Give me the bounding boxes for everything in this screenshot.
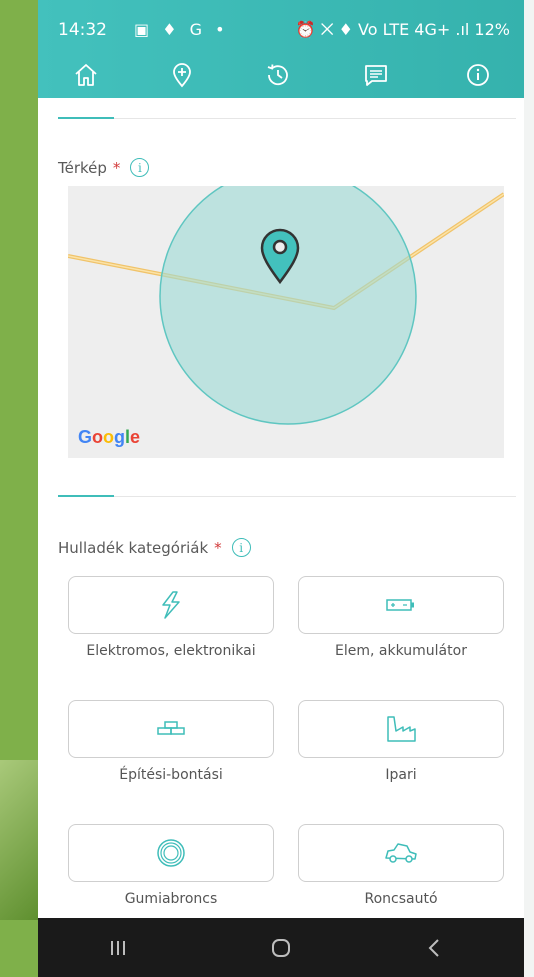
- recent-apps-icon: [111, 940, 125, 955]
- status-system-icons: ⏰ ⨉ ♦ Vo LTE 4G+ .ıl 12%: [295, 20, 510, 39]
- tab-info[interactable]: [430, 52, 524, 98]
- category-label: Elem, akkumulátor: [335, 643, 467, 659]
- categories-label-text: Hulladék kategóriák: [58, 538, 209, 557]
- location-add-icon: [173, 63, 191, 88]
- tab-history[interactable]: [230, 52, 326, 98]
- tab-home[interactable]: [38, 52, 134, 98]
- category-label: Gumiabroncs: [124, 891, 218, 907]
- tire-icon: [157, 839, 185, 867]
- category-label: Roncsautó: [364, 891, 438, 907]
- home-icon: [75, 64, 97, 86]
- map-label: Térkép * i: [58, 158, 150, 177]
- app-header: 14:32 ▣ ♦ G • ⏰ ⨉ ♦ Vo LTE 4G+ .ıl 12%: [38, 0, 524, 98]
- category-construction[interactable]: [68, 700, 274, 758]
- status-notification-icons: ▣ ♦ G •: [134, 20, 229, 39]
- map-info-icon[interactable]: i: [130, 158, 150, 177]
- category-industrial[interactable]: [298, 700, 504, 758]
- category-wrecked-car[interactable]: [298, 824, 504, 882]
- system-navigation-bar: [38, 918, 524, 977]
- status-bar: 14:32 ▣ ♦ G • ⏰ ⨉ ♦ Vo LTE 4G+ .ıl 12%: [38, 0, 524, 52]
- back-button[interactable]: [394, 918, 474, 977]
- required-mark: *: [214, 538, 222, 557]
- categories-label: Hulladék kategóriák * i: [58, 538, 251, 557]
- battery-icon: [386, 599, 414, 611]
- top-navigation: [38, 52, 524, 98]
- recent-apps-button[interactable]: [78, 918, 158, 977]
- bricks-icon: [157, 721, 185, 735]
- category-label: Ipari: [385, 767, 417, 783]
- message-icon: [365, 65, 387, 86]
- section-divider: [58, 117, 516, 119]
- factory-icon: [387, 716, 416, 742]
- form-content[interactable]: Térkép * i Google Hulladék kategóriák * …: [38, 98, 524, 918]
- category-label: Építési-bontási: [119, 767, 223, 783]
- home-button[interactable]: [241, 918, 321, 977]
- lightning-icon: [162, 591, 180, 619]
- home-circle-icon: [272, 938, 290, 957]
- info-icon: [467, 64, 489, 86]
- back-chevron-icon: [428, 938, 439, 957]
- category-battery[interactable]: [298, 576, 504, 634]
- categories-info-icon[interactable]: i: [231, 538, 251, 557]
- history-icon: [267, 64, 288, 86]
- background-edge: [524, 0, 534, 977]
- map-label-text: Térkép: [58, 158, 107, 177]
- section-divider: [58, 495, 516, 497]
- category-electronics[interactable]: [68, 576, 274, 634]
- status-time: 14:32: [58, 20, 107, 40]
- google-logo: Google: [78, 427, 141, 447]
- map-view[interactable]: Google: [68, 186, 504, 458]
- category-label: Elektromos, elektronikai: [86, 643, 256, 659]
- required-mark: *: [112, 158, 121, 177]
- category-tire[interactable]: [68, 824, 274, 882]
- wrecked-car-icon: [385, 843, 417, 863]
- phone-screen: 14:32 ▣ ♦ G • ⏰ ⨉ ♦ Vo LTE 4G+ .ıl 12% T…: [38, 0, 524, 977]
- tab-add-location[interactable]: [134, 52, 230, 98]
- tab-messages[interactable]: [328, 52, 424, 98]
- background-decoration: [0, 760, 40, 920]
- radius-circle: [159, 186, 417, 425]
- map-canvas: [68, 186, 504, 425]
